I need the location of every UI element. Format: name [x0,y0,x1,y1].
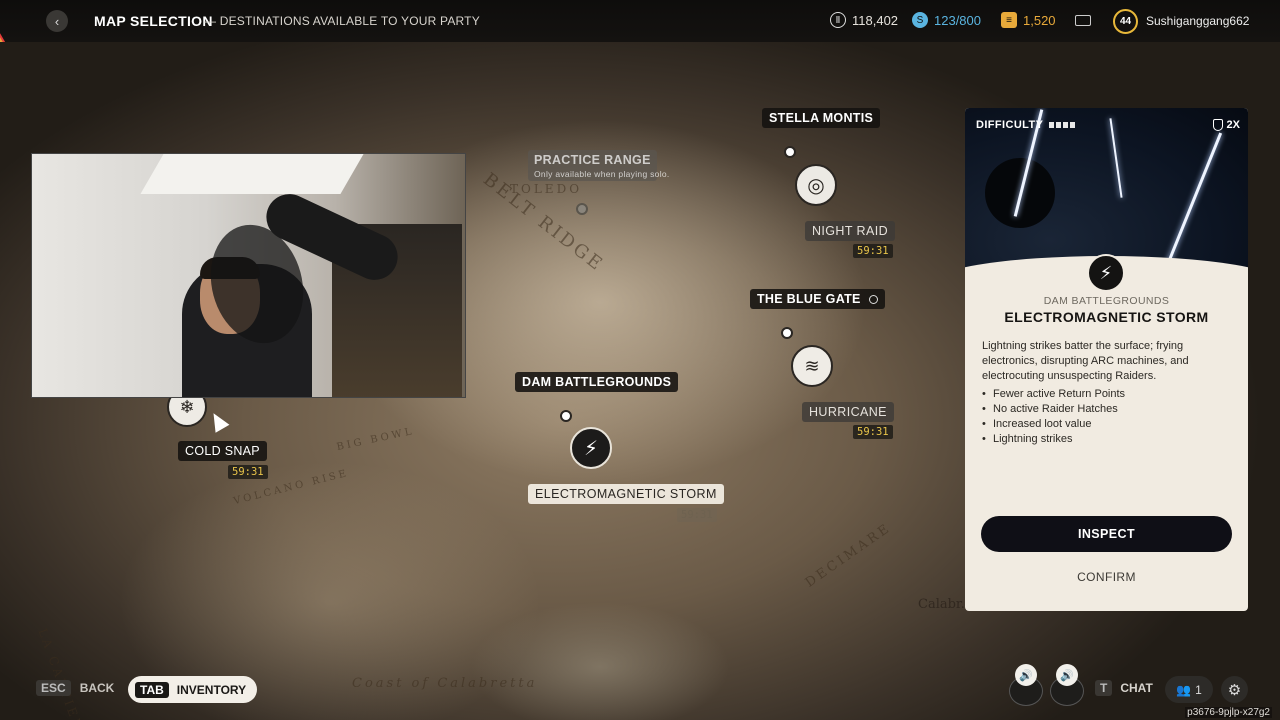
card-effect: No active Raider Hatches [982,402,1125,417]
coins-display: Ⅱ 118,402 [830,12,898,28]
chat-label: CHAT [1120,681,1153,695]
dam-battlegrounds-pin[interactable] [560,410,572,422]
condition-cold-snap: COLD SNAP [178,441,267,461]
chat-hint[interactable]: T CHAT [1095,680,1153,696]
ticket-icon: ≡ [1001,12,1017,28]
back-label: BACK [79,681,115,695]
page-subtitle: — DESTINATIONS AVAILABLE TO YOUR PARTY [204,14,480,28]
condition-info-card: DIFFICULTY 2X ⚡ DAM BATTLEGROUNDS ELECTR… [965,108,1248,611]
wind-icon[interactable]: ≋ [791,345,833,387]
rainbow-stripe-logo [0,0,40,42]
party-icon: 👥 [1176,682,1192,697]
gear-icon: ⚙ [1227,681,1242,699]
night-raid-timer: 59:31 [853,244,893,258]
top-bar: ‹ MAP SELECTION — DESTINATIONS AVAILABLE… [0,0,1280,42]
location-practice-range: PRACTICE RANGE Only available when playi… [528,150,669,181]
storm-image [965,108,1248,273]
difficulty-label: DIFFICULTY [976,119,1044,131]
tokens-display: S 123/800 [912,12,981,28]
party-button[interactable]: 👥 1 [1165,676,1213,703]
lightning-bolt [1109,118,1123,198]
webcam-ceiling [140,154,364,194]
map-label-big-bowl: BIG BOWL [335,425,416,454]
practice-range-note: Only available when playing solo. [534,169,670,179]
card-effect: Lightning strikes [982,432,1125,447]
map-label-coast: Coast of Calabretta [352,676,538,691]
map-label-la-cartiera: LA CARTIERA [35,626,90,720]
card-description: Lightning strikes batter the surface; fr… [982,340,1189,382]
tokens-value: 123/800 [934,12,981,28]
tickets-display: ≡ 1,520 [1001,12,1056,28]
card-area-name: DAM BATTLEGROUNDS [1043,295,1170,307]
map-sea [470,602,730,720]
esc-key: ESC [36,680,71,696]
tab-key: TAB [135,681,169,698]
condition-night-raid: NIGHT RAID [805,221,895,241]
settings-button[interactable]: ⚙ [1221,676,1248,703]
location-the-blue-gate[interactable]: THE BLUE GATE [750,289,886,309]
card-effect: Increased loot value [982,417,1125,432]
night-raid-icon[interactable]: ◎ [795,164,837,206]
speaker-icon: 🔊 [1015,664,1037,686]
token-icon: S [912,12,928,28]
condition-hurricane: HURRICANE [802,402,894,422]
player-level-badge[interactable]: 44 [1113,9,1138,34]
blue-gate-name: THE BLUE GATE [757,292,861,306]
inventory-button[interactable]: TAB INVENTORY [128,676,258,703]
lightning-bolt [1166,132,1223,264]
inspect-button[interactable]: INSPECT [981,516,1232,552]
location-dam-battlegrounds[interactable]: DAM BATTLEGROUNDS [515,372,679,392]
difficulty-bars [1049,122,1076,128]
stella-montis-pin[interactable] [784,146,796,158]
shield-icon [1212,119,1223,131]
inventory-label: INVENTORY [176,682,247,697]
lightning-icon[interactable]: ⚡ [570,427,612,469]
cold-snap-timer: 59:31 [228,465,268,479]
tickets-value: 1,520 [1023,12,1056,28]
page-title: MAP SELECTION [94,13,213,29]
card-effect: Fewer active Return Points [982,387,1125,402]
party-count: 1 [1195,682,1202,697]
hurricane-timer: 59:31 [853,425,893,439]
confirm-button[interactable]: CONFIRM [981,566,1232,588]
condition-electromagnetic-storm: ELECTROMAGNETIC STORM [528,484,724,504]
webcam-overlay [31,153,466,398]
coins-value: 118,402 [852,12,899,28]
location-stella-montis[interactable]: STELLA MONTIS [762,108,881,128]
player-username[interactable]: Sushiganggang662 [1146,14,1249,28]
card-effects-list: Fewer active Return Points No active Rai… [982,387,1125,447]
difficulty-indicator: DIFFICULTY [976,119,1076,131]
card-title: ELECTROMAGNETIC STORM [1004,309,1209,325]
back-button[interactable]: ‹ [46,10,68,32]
coin-icon: Ⅱ [830,12,846,28]
map-label-toledo: TOLEDO [510,182,583,196]
party-member-voice[interactable]: 🔊 [1008,664,1044,706]
practice-range-pin [576,203,588,215]
practice-range-name: PRACTICE RANGE [534,153,651,167]
reward-multiplier: 2X [1212,119,1240,131]
multiplier-value: 2X [1226,119,1240,131]
speaker-icon: 🔊 [1056,664,1078,686]
mail-icon[interactable] [1075,15,1091,26]
blue-gate-pin[interactable] [781,327,793,339]
party-member-voice[interactable]: 🔊 [1049,664,1085,706]
chat-key: T [1095,680,1113,696]
lightning-icon: ⚡ [1087,254,1125,292]
game-screen: BELT RIDGE TOLEDO BIG BOWL VOLCANO RISE … [0,0,1280,720]
electromagnetic-storm-timer: 59:31 [677,508,717,522]
chevron-left-icon: ‹ [54,13,60,29]
session-id: p3676-9pjlp-x27g2 [1185,707,1272,718]
locked-icon [869,295,879,304]
map-label-decimare: DECIMARE [802,520,895,591]
back-hint[interactable]: ESC BACK [36,680,114,696]
